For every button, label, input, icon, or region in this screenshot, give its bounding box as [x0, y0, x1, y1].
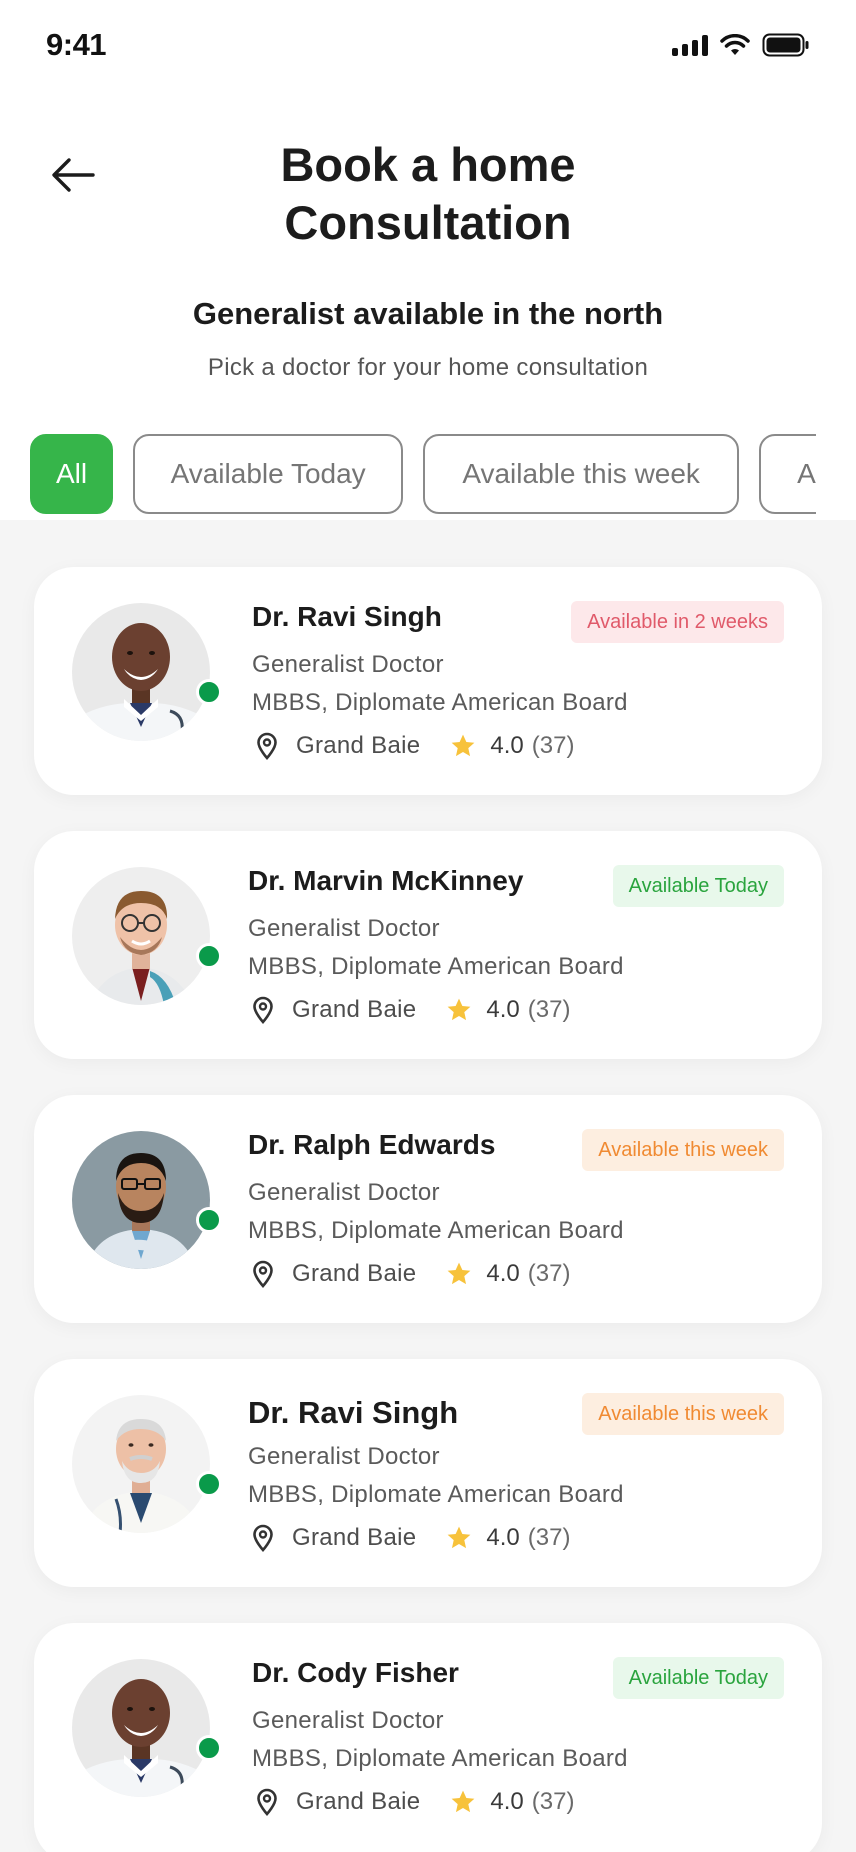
doctor-meta-row: Grand Baie 4.0 (37) — [252, 993, 570, 1027]
doctor-specialty: Generalist Doctor — [252, 651, 444, 678]
filter-chip-available-today[interactable]: Available Today — [133, 434, 404, 514]
doctor-qualification: MBBS, Diplomate American Board — [248, 953, 624, 980]
avatar — [72, 603, 210, 741]
doctor-location: Grand Baie — [296, 732, 421, 759]
doctor-specialty: Generalist Doctor — [248, 915, 440, 942]
availability-badge: Available Today — [612, 865, 784, 907]
availability-badge: Available this week — [582, 1393, 784, 1435]
status-time: 9:41 — [46, 27, 107, 62]
page-title: Book a home Consultation — [198, 136, 658, 252]
avatar — [72, 867, 210, 1005]
page-title-line2: Consultation — [284, 196, 572, 249]
star-icon — [448, 1526, 471, 1549]
star-icon — [448, 998, 471, 1021]
doctor-location: Grand Baie — [296, 1788, 421, 1815]
doctor-rating: 4.0 — [490, 1788, 524, 1815]
filter-chip-available-this-week[interactable]: Available this week — [423, 434, 740, 514]
filter-chip-all[interactable]: All — [30, 434, 114, 514]
header: Book a home Consultation — [0, 136, 856, 256]
doctor-card[interactable]: Dr. Ravi Singh Available in 2 weeks Gene… — [34, 567, 822, 795]
doctor-rating: 4.0 — [486, 1524, 520, 1551]
online-status-dot — [196, 1471, 222, 1497]
screen: 9:41 Book a home Consultation Generalist… — [0, 0, 856, 1852]
location-pin-icon — [257, 1788, 277, 1816]
doctor-card[interactable]: Dr. Cody Fisher Available Today Generali… — [34, 1623, 822, 1852]
avatar — [72, 1131, 210, 1269]
doctor-avatar-wrap — [72, 603, 222, 747]
doctor-name: Dr. Marvin McKinney — [248, 865, 524, 896]
doctor-specialty: Generalist Doctor — [248, 1179, 440, 1206]
star-icon — [452, 734, 475, 757]
doctor-card[interactable]: Dr. Marvin McKinney Available Today Gene… — [34, 831, 822, 1059]
battery-icon — [762, 33, 810, 57]
doctor-review-count: (37) — [527, 1524, 571, 1551]
doctor-qualification: MBBS, Diplomate American Board — [248, 1481, 624, 1508]
arrow-left-icon — [52, 158, 95, 192]
star-icon — [448, 1262, 471, 1285]
back-button[interactable] — [46, 148, 100, 202]
avatar — [72, 1659, 210, 1797]
doctor-name: Dr. Ravi Singh — [248, 1395, 459, 1430]
doctor-qualification: MBBS, Diplomate American Board — [252, 1745, 628, 1772]
doctor-card[interactable]: Dr. Ravi Singh Available this week Gener… — [34, 1359, 822, 1587]
doctor-qualification: MBBS, Diplomate American Board — [252, 689, 628, 716]
doctor-rating: 4.0 — [486, 996, 520, 1023]
doctor-meta-row: Grand Baie 4.0 (37) — [256, 729, 574, 763]
online-status-dot — [196, 943, 222, 969]
doctor-meta-row: Grand Baie 4.0 (37) — [256, 1785, 574, 1819]
doctor-review-count: (37) — [527, 996, 571, 1023]
availability-badge: Available Today — [612, 1657, 784, 1699]
doctor-review-count: (37) — [531, 1788, 575, 1815]
filter-chips: All Available Today Available this week … — [30, 434, 816, 516]
doctor-rating: 4.0 — [490, 732, 524, 759]
wifi-icon — [720, 34, 750, 56]
doctor-location: Grand Baie — [292, 996, 417, 1023]
availability-badge: Available in 2 weeks — [571, 601, 784, 643]
status-bar: 9:41 — [0, 0, 856, 90]
location-pin-icon — [253, 1524, 273, 1552]
doctor-specialty: Generalist Doctor — [248, 1443, 440, 1470]
doctor-specialty: Generalist Doctor — [252, 1707, 444, 1734]
doctor-meta-row: Grand Baie 4.0 (37) — [252, 1521, 570, 1555]
online-status-dot — [196, 679, 222, 705]
doctor-avatar-wrap — [72, 1131, 222, 1275]
doctor-review-count: (37) — [531, 732, 575, 759]
doctor-name: Dr. Ravi Singh — [252, 601, 442, 632]
filter-chip-partial[interactable]: A — [759, 434, 816, 514]
cellular-signal-icon — [672, 34, 708, 56]
location-pin-icon — [253, 996, 273, 1024]
section-subtitle: Pick a doctor for your home consultation — [207, 354, 649, 381]
doctor-card[interactable]: Dr. Ralph Edwards Available this week Ge… — [34, 1095, 822, 1323]
page-title-line1: Book a home — [280, 138, 576, 191]
doctor-avatar-wrap — [72, 1395, 222, 1539]
location-pin-icon — [257, 732, 277, 760]
online-status-dot — [196, 1735, 222, 1761]
status-icons — [672, 33, 810, 57]
availability-badge: Available this week — [582, 1129, 784, 1171]
doctor-name: Dr. Cody Fisher — [252, 1657, 459, 1688]
doctor-avatar-wrap — [72, 1659, 222, 1803]
star-icon — [452, 1790, 475, 1813]
doctor-name: Dr. Ralph Edwards — [248, 1129, 496, 1160]
avatar — [72, 1395, 210, 1533]
location-pin-icon — [253, 1260, 273, 1288]
doctor-location: Grand Baie — [292, 1260, 417, 1287]
doctor-qualification: MBBS, Diplomate American Board — [248, 1217, 624, 1244]
doctor-location: Grand Baie — [292, 1524, 417, 1551]
doctor-rating: 4.0 — [486, 1260, 520, 1287]
section-title: Generalist available in the north — [192, 296, 664, 331]
doctor-meta-row: Grand Baie 4.0 (37) — [252, 1257, 570, 1291]
doctor-review-count: (37) — [527, 1260, 571, 1287]
doctor-avatar-wrap — [72, 867, 222, 1011]
online-status-dot — [196, 1207, 222, 1233]
